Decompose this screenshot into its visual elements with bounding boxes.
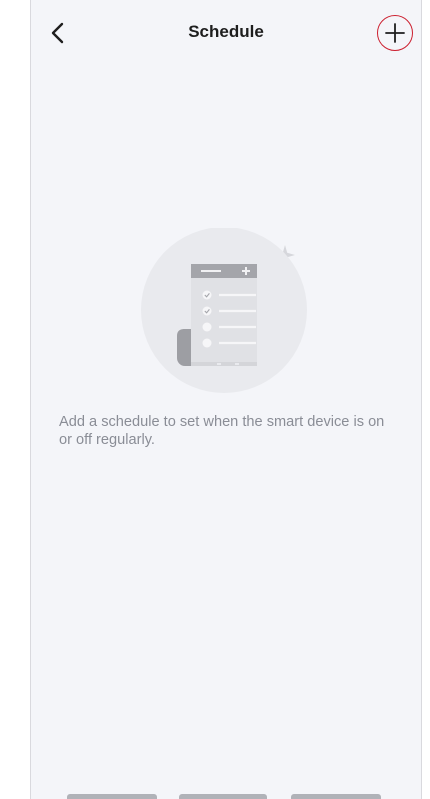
empty-schedule-illustration bbox=[131, 227, 321, 403]
bottom-bar-segment-middle bbox=[179, 794, 267, 799]
bottom-bar-segment-right bbox=[291, 794, 381, 799]
phone-frame: Schedule Add a schedule to set when the … bbox=[30, 0, 422, 799]
screen: Schedule Add a schedule to set when the … bbox=[0, 0, 430, 799]
empty-state-message: Add a schedule to set when the smart dev… bbox=[59, 414, 385, 448]
add-schedule-button[interactable] bbox=[377, 15, 413, 51]
plus-icon bbox=[385, 23, 405, 43]
page-title: Schedule bbox=[188, 22, 264, 41]
bottom-bar-segment-left bbox=[67, 794, 157, 799]
header-bar: Schedule bbox=[31, 0, 421, 66]
